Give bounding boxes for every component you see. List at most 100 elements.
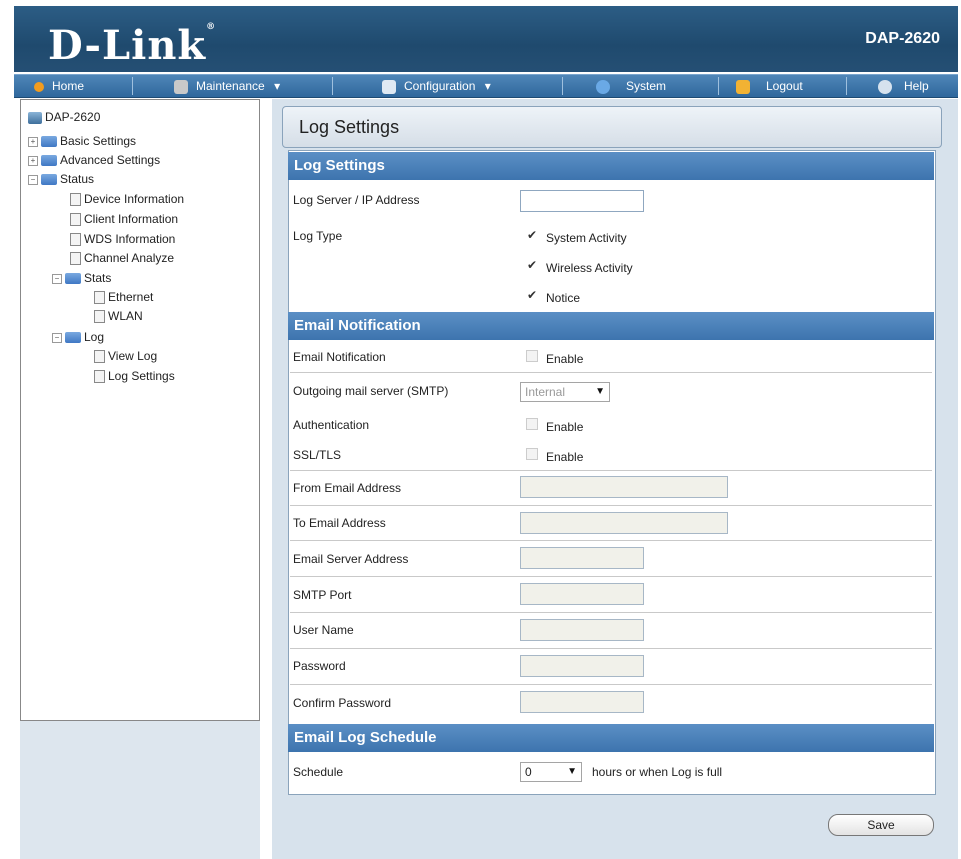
folder-open-icon xyxy=(65,332,81,344)
folder-icon xyxy=(41,136,57,148)
folder-open-icon xyxy=(65,273,81,285)
expand-icon: + xyxy=(28,155,38,166)
expand-icon: + xyxy=(28,136,38,147)
tree-client-information[interactable]: Client Information xyxy=(70,212,179,227)
tree-ethernet-label: Ethernet xyxy=(108,290,154,304)
smtp-select[interactable]: Internal ▼ xyxy=(520,382,610,402)
collapse-icon: − xyxy=(28,174,38,185)
tree-wlan[interactable]: WLAN xyxy=(94,309,143,324)
tree-ethernet[interactable]: Ethernet xyxy=(94,290,154,305)
configuration-icon xyxy=(382,79,396,94)
chevron-down-icon: ▾ xyxy=(274,79,281,93)
log-type-label: Log Type xyxy=(293,229,343,243)
tree-status[interactable]: − Status xyxy=(28,172,94,186)
email-server-input[interactable] xyxy=(520,547,644,569)
tree-log-settings-label: Log Settings xyxy=(108,369,175,383)
document-icon xyxy=(94,350,105,364)
schedule-select[interactable]: 0 ▼ xyxy=(520,762,582,782)
from-email-input[interactable] xyxy=(520,476,728,498)
smtp-port-input[interactable] xyxy=(520,583,644,605)
tree-basic-settings-label: Basic Settings xyxy=(60,134,137,148)
password-input[interactable] xyxy=(520,655,644,677)
row-divider xyxy=(290,684,932,685)
tree-stats-label: Stats xyxy=(84,271,112,285)
document-icon xyxy=(94,310,105,324)
menu-maintenance[interactable]: Maintenance ▾ xyxy=(174,75,280,97)
schedule-label: Schedule xyxy=(293,765,344,779)
document-icon xyxy=(70,213,81,227)
collapse-icon: − xyxy=(52,273,62,284)
tree-log[interactable]: − Log xyxy=(52,330,104,344)
chevron-down-icon: ▾ xyxy=(484,79,491,93)
chevron-down-icon: ▼ xyxy=(595,386,605,397)
chevron-down-icon: ▼ xyxy=(567,766,577,777)
tree-root[interactable]: DAP-2620 xyxy=(28,110,100,124)
menu-home[interactable]: Home xyxy=(34,75,84,97)
email-notification-checkbox[interactable] xyxy=(526,350,538,362)
to-email-label: To Email Address xyxy=(293,516,386,530)
wireless-activity-checkbox[interactable]: ✔ xyxy=(526,259,538,271)
header-banner: D-Link® DAP-2620 xyxy=(14,6,958,72)
authentication-enable-label: Enable xyxy=(546,420,584,434)
tree-log-label: Log xyxy=(84,330,105,344)
from-email-label: From Email Address xyxy=(293,481,402,495)
smtp-port-label: SMTP Port xyxy=(293,588,352,602)
to-email-input[interactable] xyxy=(520,512,728,534)
row-divider xyxy=(290,540,932,541)
menu-help[interactable]: Help xyxy=(878,75,929,97)
home-icon xyxy=(34,81,44,92)
user-name-input[interactable] xyxy=(520,619,644,641)
confirm-password-input[interactable] xyxy=(520,691,644,713)
password-label: Password xyxy=(293,659,346,673)
notice-label: Notice xyxy=(546,291,581,305)
sidebar-footer xyxy=(20,721,260,859)
tree-advanced-settings[interactable]: + Advanced Settings xyxy=(28,153,160,167)
log-server-label: Log Server / IP Address xyxy=(293,193,420,207)
row-divider xyxy=(290,576,932,577)
tree-wds-information-label: WDS Information xyxy=(84,232,176,246)
confirm-password-label: Confirm Password xyxy=(293,696,392,710)
authentication-checkbox[interactable] xyxy=(526,418,538,430)
authentication-label: Authentication xyxy=(293,418,370,432)
network-icon xyxy=(28,111,42,124)
menu-bar: Home Maintenance ▾ Configuration ▾ Syste… xyxy=(14,74,958,98)
row-divider xyxy=(290,372,932,373)
tree-wds-information[interactable]: WDS Information xyxy=(70,232,176,247)
menu-system[interactable]: System xyxy=(596,75,666,97)
email-server-label: Email Server Address xyxy=(293,552,409,566)
menu-configuration[interactable]: Configuration ▾ xyxy=(382,75,491,97)
help-icon xyxy=(878,79,892,94)
tree-log-settings[interactable]: Log Settings xyxy=(94,369,175,384)
dlink-logo: D-Link® xyxy=(48,22,217,69)
tree-basic-settings[interactable]: + Basic Settings xyxy=(28,134,136,148)
tree-status-label: Status xyxy=(60,172,95,186)
email-notification-label: Email Notification xyxy=(293,350,386,364)
folder-icon xyxy=(41,155,57,167)
tree-channel-analyze-label: Channel Analyze xyxy=(84,251,175,265)
notice-checkbox[interactable]: ✔ xyxy=(526,289,538,301)
menu-logout[interactable]: Logout xyxy=(736,75,803,97)
row-divider xyxy=(290,612,932,613)
folder-open-icon xyxy=(41,174,57,186)
ssl-tls-checkbox[interactable] xyxy=(526,448,538,460)
system-activity-checkbox[interactable]: ✔ xyxy=(526,229,538,241)
tree-channel-analyze[interactable]: Channel Analyze xyxy=(70,251,175,266)
logout-icon xyxy=(736,79,750,94)
tree-wlan-label: WLAN xyxy=(108,309,143,323)
tree-view-log-label: View Log xyxy=(108,349,158,363)
smtp-select-value: Internal xyxy=(525,385,566,399)
email-notification-enable-label: Enable xyxy=(546,352,584,366)
model-name: DAP-2620 xyxy=(865,30,940,47)
tree-stats[interactable]: − Stats xyxy=(52,271,111,285)
document-icon xyxy=(94,370,105,384)
user-name-label: User Name xyxy=(293,623,354,637)
smtp-label: Outgoing mail server (SMTP) xyxy=(293,384,449,398)
schedule-suffix: hours or when Log is full xyxy=(592,765,723,779)
log-server-input[interactable] xyxy=(520,190,644,212)
tree-client-information-label: Client Information xyxy=(84,212,179,226)
tree-view-log[interactable]: View Log xyxy=(94,349,158,364)
save-button[interactable]: Save xyxy=(828,814,934,836)
row-divider xyxy=(290,648,932,649)
row-divider xyxy=(290,470,932,471)
tree-device-information[interactable]: Device Information xyxy=(70,192,184,207)
